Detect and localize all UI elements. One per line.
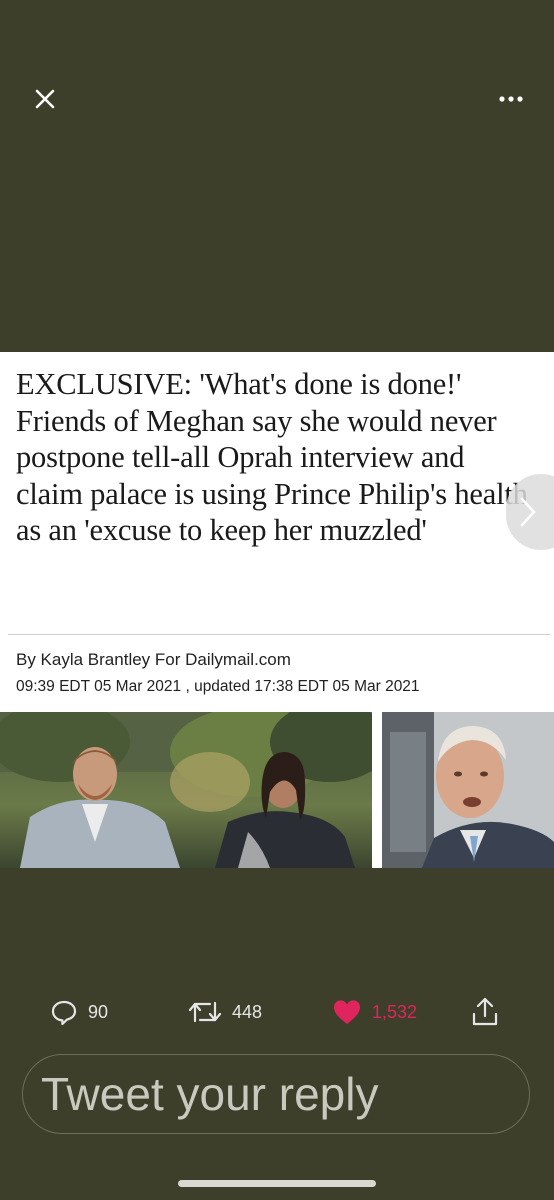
close-button[interactable] <box>30 84 60 114</box>
more-horizontal-icon <box>499 96 523 102</box>
retweet-count: 448 <box>232 1001 263 1022</box>
tweet-media-image[interactable]: EXCLUSIVE: 'What's done is done!' Friend… <box>0 352 554 868</box>
reply-button[interactable]: 90 <box>50 992 108 1032</box>
article-dateline: 09:39 EDT 05 Mar 2021 , updated 17:38 ED… <box>16 678 420 695</box>
reply-input[interactable]: Tweet your reply <box>22 1054 530 1134</box>
like-count: 1,532 <box>372 1001 418 1022</box>
more-options-button[interactable] <box>496 84 526 114</box>
share-button[interactable] <box>470 992 500 1032</box>
chevron-right-icon <box>520 497 536 527</box>
prince-philip-photo <box>382 712 554 868</box>
like-button[interactable]: 1,532 <box>332 992 417 1032</box>
retweet-icon <box>188 1001 222 1023</box>
reply-count: 90 <box>88 1001 109 1022</box>
interview-photo-illustration <box>0 712 378 868</box>
tweet-action-bar: 90 448 1,532 <box>0 992 554 1032</box>
article-byline: By Kayla Brantley For Dailymail.com <box>16 650 291 669</box>
reply-icon <box>51 1000 77 1026</box>
article-headline: EXCLUSIVE: 'What's done is done!' Friend… <box>16 367 528 547</box>
interview-photo <box>0 712 378 868</box>
close-icon <box>35 89 55 109</box>
prince-philip-illustration <box>382 712 554 868</box>
reply-placeholder: Tweet your reply <box>41 1068 379 1120</box>
divider <box>8 634 550 635</box>
heart-icon <box>334 1000 360 1024</box>
home-indicator <box>178 1180 376 1187</box>
retweet-button[interactable]: 448 <box>188 992 262 1032</box>
share-icon <box>472 997 498 1026</box>
